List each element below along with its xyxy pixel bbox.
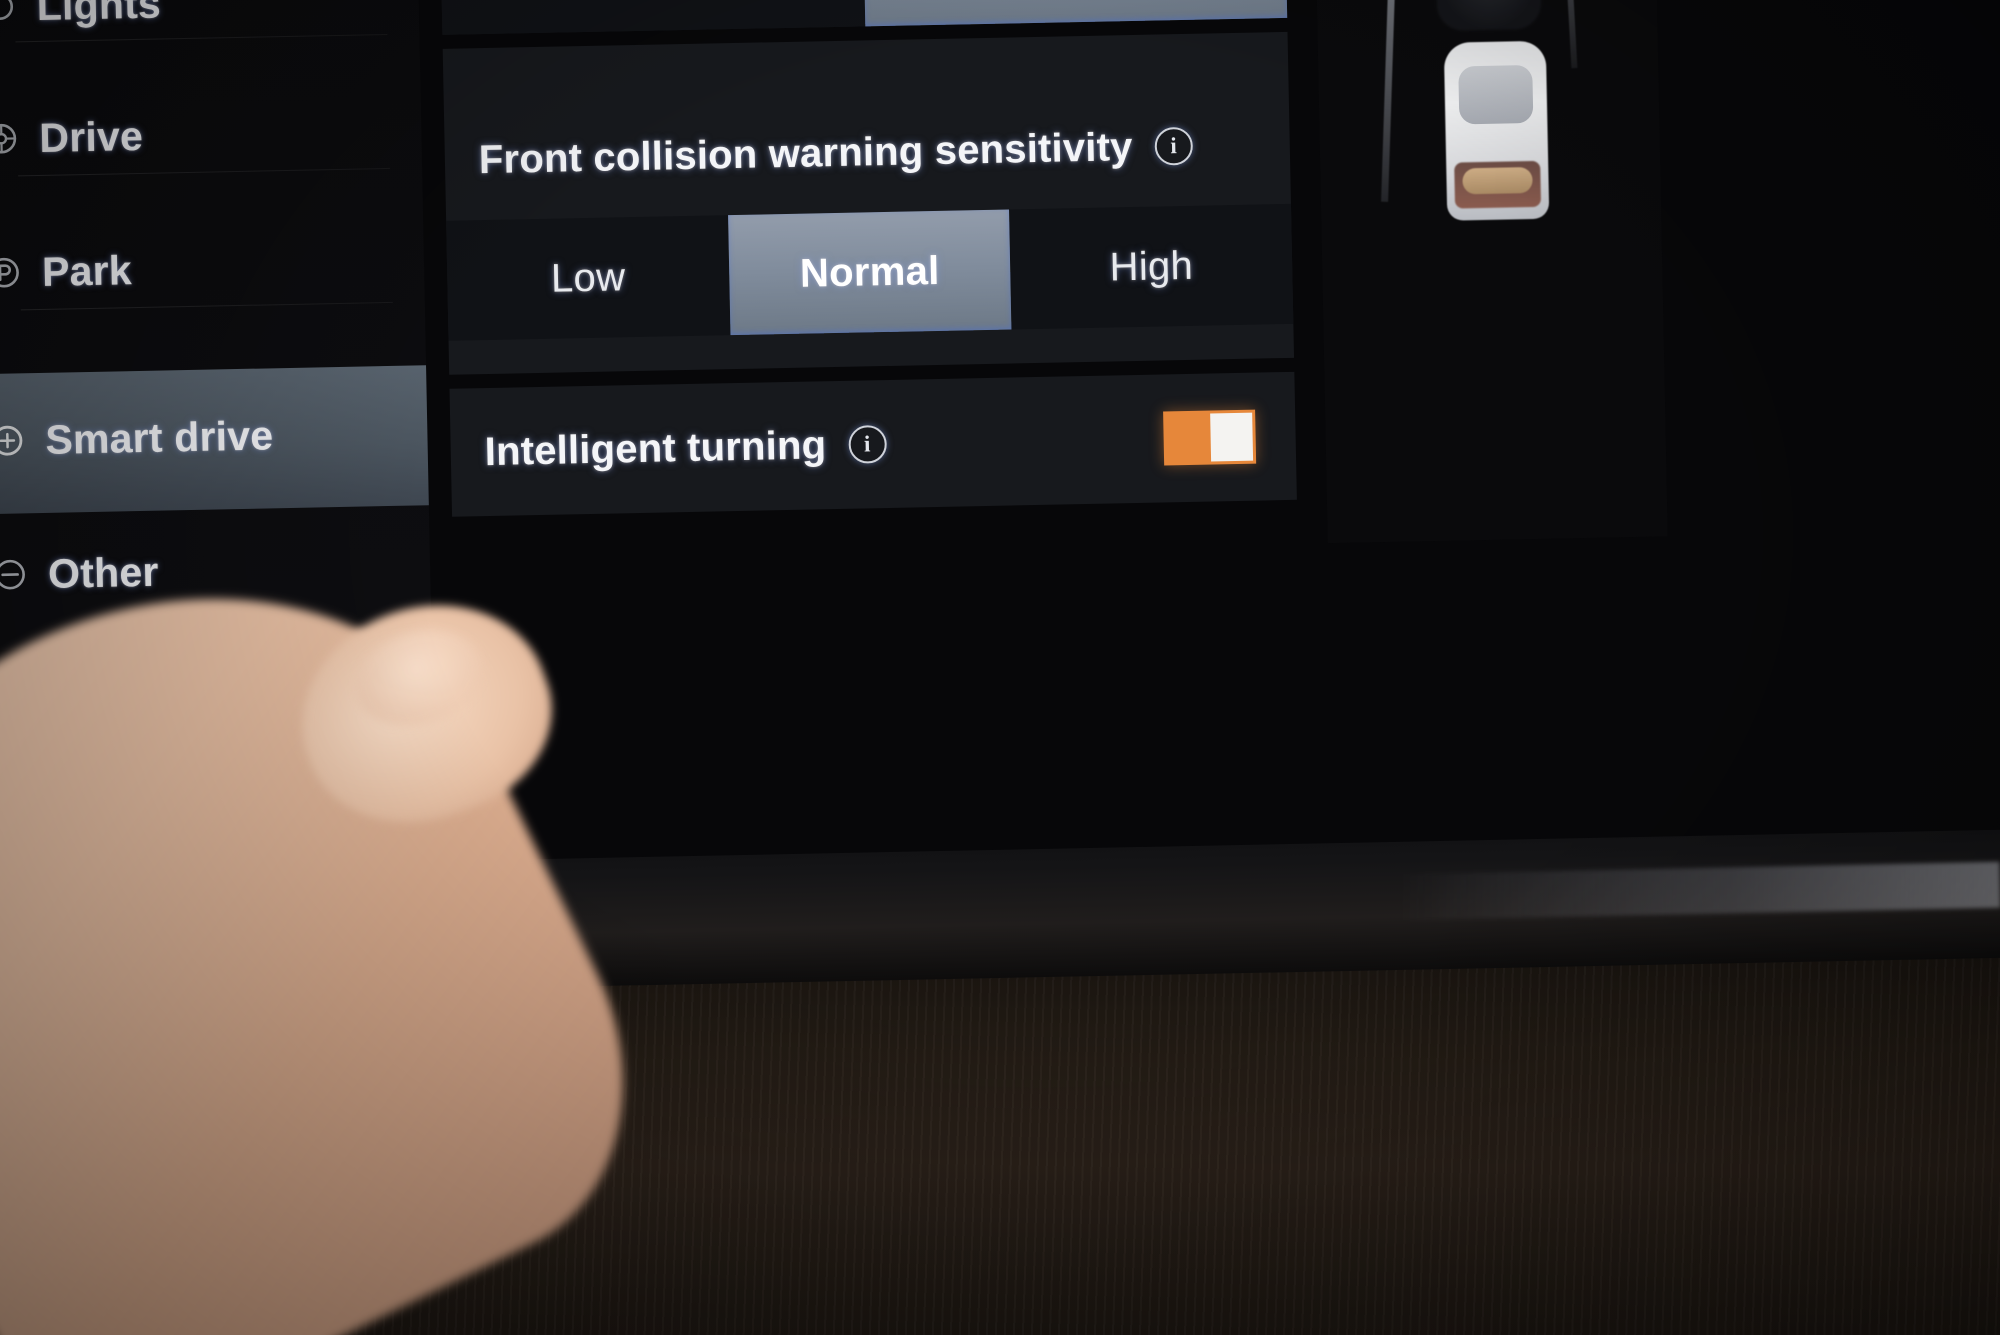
segment-normal[interactable]: Normal (727, 209, 1012, 336)
segment-brake[interactable]: Brake (862, 0, 1288, 27)
photo-scene: Lights Drive Park Smart drive Other Fron… (0, 0, 2000, 1335)
other-icon (0, 554, 31, 595)
smart-drive-icon (0, 420, 28, 461)
emergency-braking-card: Turn off Brake (439, 0, 1288, 35)
sidebar-item-label: Lights (36, 0, 162, 29)
segment-low[interactable]: Low (446, 215, 730, 341)
emergency-braking-segmented-control: Turn off Brake (439, 0, 1288, 35)
sidebar-item-label: Smart drive (44, 411, 274, 463)
segment-high[interactable]: High (1009, 204, 1293, 330)
sidebar-item-label: Drive (38, 112, 144, 161)
sidebar-item-label: Other (47, 548, 159, 597)
front-collision-sensitivity-segmented-control: Low Normal High (446, 203, 1294, 341)
top-down-vehicle-visualization (1314, 0, 1668, 544)
row-spacer (886, 438, 1163, 444)
toggle-knob (1210, 412, 1254, 462)
intelligent-turning-label: Intelligent turning (484, 422, 827, 474)
ego-vehicle (1436, 40, 1558, 221)
lane-marker-right (1561, 0, 1578, 69)
front-collision-card: Front collision warning sensitivity i Lo… (442, 31, 1295, 375)
intelligent-turning-row: Intelligent turning i (449, 372, 1296, 517)
ego-vehicle-roof (1458, 64, 1534, 125)
settings-sidebar: Lights Drive Park Smart drive Other (0, 0, 432, 650)
front-collision-label: Front collision warning sensitivity (478, 124, 1133, 182)
sidebar-item-smart-drive[interactable]: Smart drive (0, 365, 429, 508)
drive-icon (0, 118, 22, 159)
park-icon (0, 252, 24, 293)
info-icon[interactable]: i (847, 425, 887, 464)
intelligent-turning-toggle[interactable] (1163, 409, 1257, 466)
sidebar-item-label: Park (41, 246, 133, 295)
segment-turn-off[interactable]: Turn off (440, 0, 865, 35)
ego-vehicle-rear-band (1462, 167, 1533, 195)
sidebar-item-drive[interactable]: Drive (0, 63, 423, 206)
sidebar-item-park[interactable]: Park (0, 197, 425, 340)
lights-icon (0, 0, 19, 27)
lane-marker-left (1381, 0, 1398, 202)
detected-object (1435, 0, 1542, 31)
front-collision-label-row: Front collision warning sensitivity i (444, 84, 1291, 221)
intelligent-turning-card: Intelligent turning i (449, 371, 1297, 517)
settings-main-panel: Turn off Brake Front collision warning s… (439, 0, 1297, 531)
info-icon[interactable]: i (1154, 126, 1193, 166)
